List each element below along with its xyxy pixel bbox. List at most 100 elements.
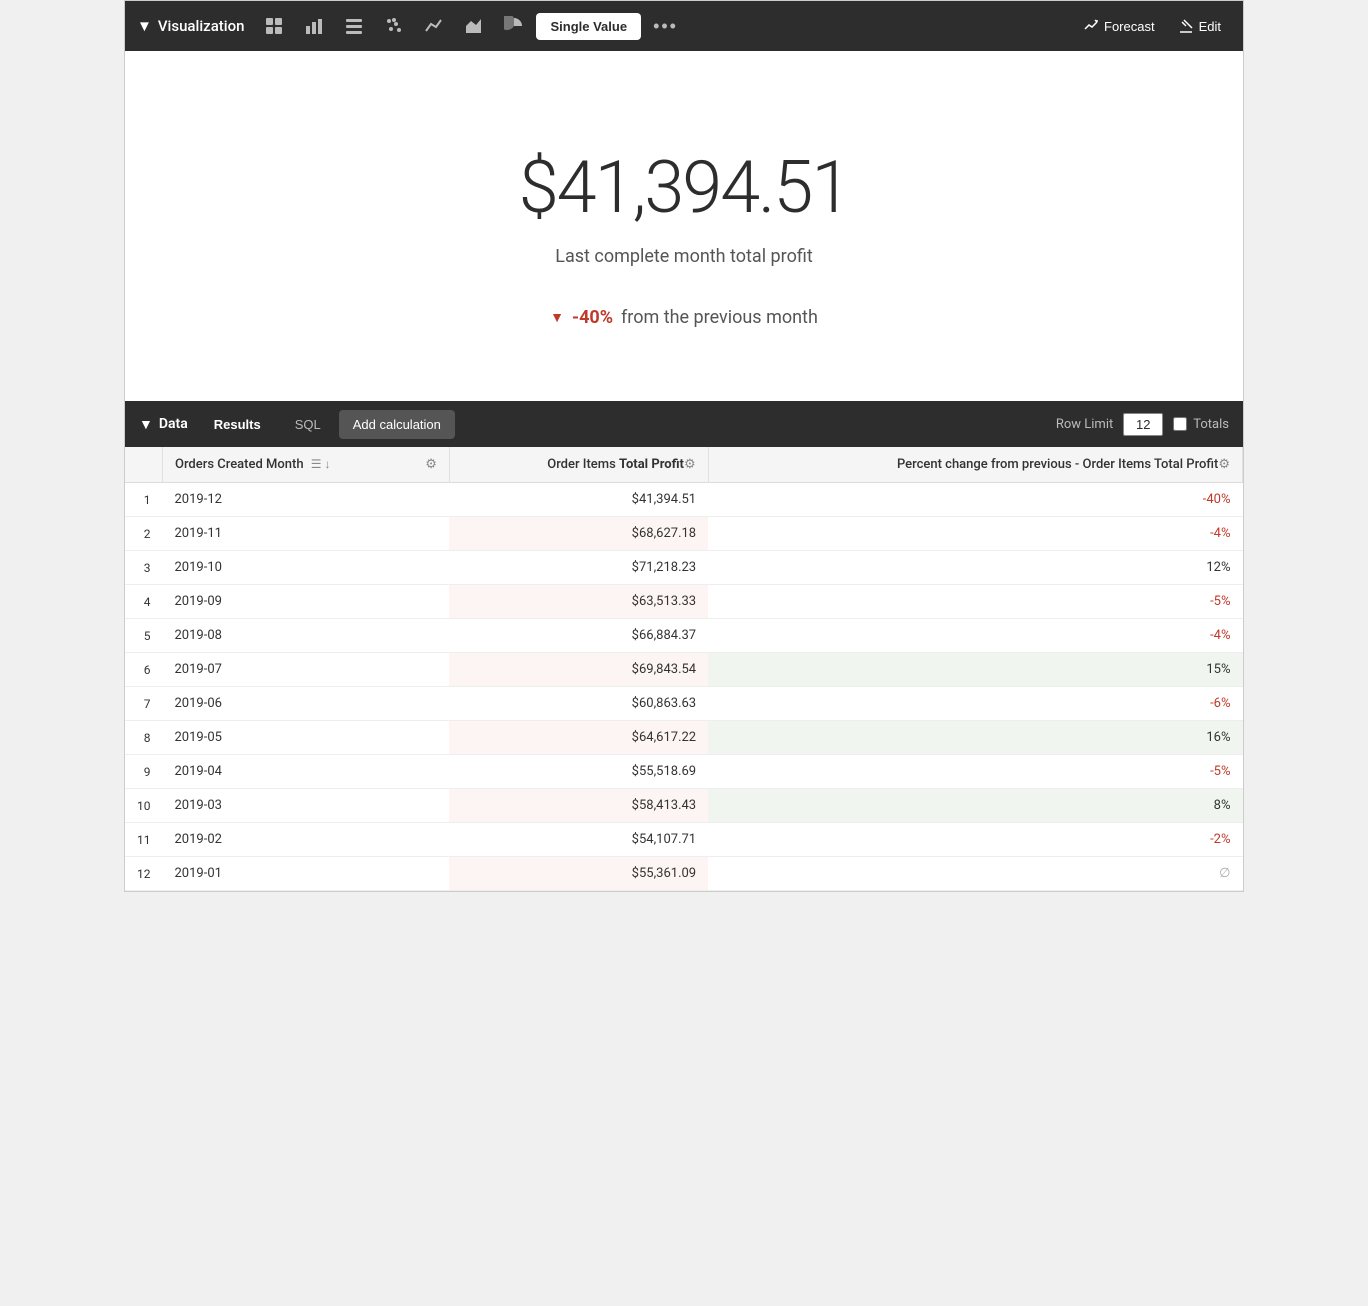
tab-results[interactable]: Results (198, 409, 277, 440)
list-view-button[interactable] (336, 10, 372, 42)
row-number: 6 (125, 653, 163, 687)
col-header-month: Orders Created Month ☰ ↓ ⚙ (163, 447, 450, 483)
data-title-label: Data (159, 416, 188, 432)
table-row: 8 2019-05 $64,617.22 16% (125, 721, 1243, 755)
table-row: 3 2019-10 $71,218.23 12% (125, 551, 1243, 585)
cell-month: 2019-05 (163, 721, 450, 755)
comparison-text: from the previous month (621, 307, 818, 328)
table-row: 6 2019-07 $69,843.54 15% (125, 653, 1243, 687)
comparison-row: ▼ -40% from the previous month (550, 307, 818, 328)
totals-checkbox[interactable] (1173, 417, 1187, 431)
row-number: 7 (125, 687, 163, 721)
cell-pct: 16% (708, 721, 1242, 755)
table-row: 12 2019-01 $55,361.09 ∅ (125, 857, 1243, 891)
col-month-label: Orders Created Month (175, 457, 304, 472)
forecast-label: Forecast (1104, 19, 1155, 34)
col-profit-bold: Total Profit (619, 457, 684, 472)
single-value-area: $41,394.51 Last complete month total pro… (125, 51, 1243, 401)
table-row: 10 2019-03 $58,413.43 8% (125, 789, 1243, 823)
cell-pct: -4% (708, 517, 1242, 551)
table-row: 11 2019-02 $54,107.71 -2% (125, 823, 1243, 857)
cell-pct: -2% (708, 823, 1242, 857)
cell-profit: $66,884.37 (449, 619, 708, 653)
cell-pct: -40% (708, 483, 1242, 517)
single-value-button[interactable]: Single Value (536, 13, 641, 40)
row-number: 9 (125, 755, 163, 789)
cell-month: 2019-02 (163, 823, 450, 857)
viz-title-label: Visualization (158, 17, 245, 35)
main-value: $41,394.51 (519, 145, 850, 230)
cell-pct: 15% (708, 653, 1242, 687)
pie-chart-button[interactable] (496, 10, 532, 42)
row-number: 8 (125, 721, 163, 755)
data-chevron-icon: ▼ (139, 416, 153, 433)
row-number: 3 (125, 551, 163, 585)
cell-pct: -5% (708, 755, 1242, 789)
col-profit-gear-icon[interactable]: ⚙ (684, 457, 696, 472)
row-number: 5 (125, 619, 163, 653)
area-chart-button[interactable] (456, 10, 492, 42)
totals-label: Totals (1173, 417, 1229, 432)
col-pct-gear-icon[interactable]: ⚙ (1218, 457, 1230, 472)
table-row: 4 2019-09 $63,513.33 -5% (125, 585, 1243, 619)
cell-pct: -6% (708, 687, 1242, 721)
col-month-gear-icon[interactable]: ⚙ (425, 457, 437, 472)
table-view-button[interactable] (256, 10, 292, 42)
cell-pct: 8% (708, 789, 1242, 823)
cell-month: 2019-09 (163, 585, 450, 619)
data-title: ▼ Data (139, 416, 188, 433)
bar-chart-button[interactable] (296, 10, 332, 42)
row-num-header (125, 447, 163, 483)
row-number: 2 (125, 517, 163, 551)
row-number: 4 (125, 585, 163, 619)
row-number: 12 (125, 857, 163, 891)
tab-sql[interactable]: SQL (279, 409, 337, 440)
cell-profit: $41,394.51 (449, 483, 708, 517)
row-number: 1 (125, 483, 163, 517)
cell-pct: -5% (708, 585, 1242, 619)
row-limit-input[interactable] (1123, 413, 1163, 436)
forecast-button[interactable]: Forecast (1074, 13, 1165, 40)
line-chart-button[interactable] (416, 10, 452, 42)
cell-profit: $63,513.33 (449, 585, 708, 619)
cell-profit: $54,107.71 (449, 823, 708, 857)
cell-profit: $58,413.43 (449, 789, 708, 823)
cell-profit: $55,361.09 (449, 857, 708, 891)
viz-toolbar: ▼ Visualization (125, 1, 1243, 51)
cell-month: 2019-06 (163, 687, 450, 721)
scatter-chart-button[interactable] (376, 10, 412, 42)
cell-profit: $71,218.23 (449, 551, 708, 585)
cell-profit: $55,518.69 (449, 755, 708, 789)
edit-label: Edit (1199, 19, 1221, 34)
cell-month: 2019-10 (163, 551, 450, 585)
cell-month: 2019-12 (163, 483, 450, 517)
add-calculation-button[interactable]: Add calculation (339, 410, 455, 439)
cell-month: 2019-11 (163, 517, 450, 551)
cell-pct: -4% (708, 619, 1242, 653)
cell-profit: $64,617.22 (449, 721, 708, 755)
table-row: 9 2019-04 $55,518.69 -5% (125, 755, 1243, 789)
row-number: 11 (125, 823, 163, 857)
cell-month: 2019-01 (163, 857, 450, 891)
data-table: Orders Created Month ☰ ↓ ⚙ Order Items T… (125, 447, 1243, 891)
cell-profit: $60,863.63 (449, 687, 708, 721)
viz-title: ▼ Visualization (137, 17, 244, 35)
table-row: 5 2019-08 $66,884.37 -4% (125, 619, 1243, 653)
col-profit-prefix: Order Items (547, 457, 619, 472)
col-pct-label: Percent change from previous - Order Ite… (897, 457, 1218, 472)
sort-filter-icon[interactable]: ☰ ↓ (311, 457, 331, 471)
cell-pct: 12% (708, 551, 1242, 585)
cell-month: 2019-07 (163, 653, 450, 687)
col-header-profit: Order Items Total Profit ⚙ (449, 447, 708, 483)
cell-month: 2019-03 (163, 789, 450, 823)
cell-month: 2019-08 (163, 619, 450, 653)
comparison-arrow-icon: ▼ (550, 309, 564, 326)
more-options-button[interactable]: ••• (645, 12, 686, 41)
value-label: Last complete month total profit (555, 246, 812, 267)
edit-button[interactable]: Edit (1169, 13, 1231, 40)
col-header-pct: Percent change from previous - Order Ite… (708, 447, 1242, 483)
table-row: 1 2019-12 $41,394.51 -40% (125, 483, 1243, 517)
cell-pct: ∅ (708, 857, 1242, 891)
comparison-pct: -40% (572, 307, 613, 328)
cell-profit: $69,843.54 (449, 653, 708, 687)
